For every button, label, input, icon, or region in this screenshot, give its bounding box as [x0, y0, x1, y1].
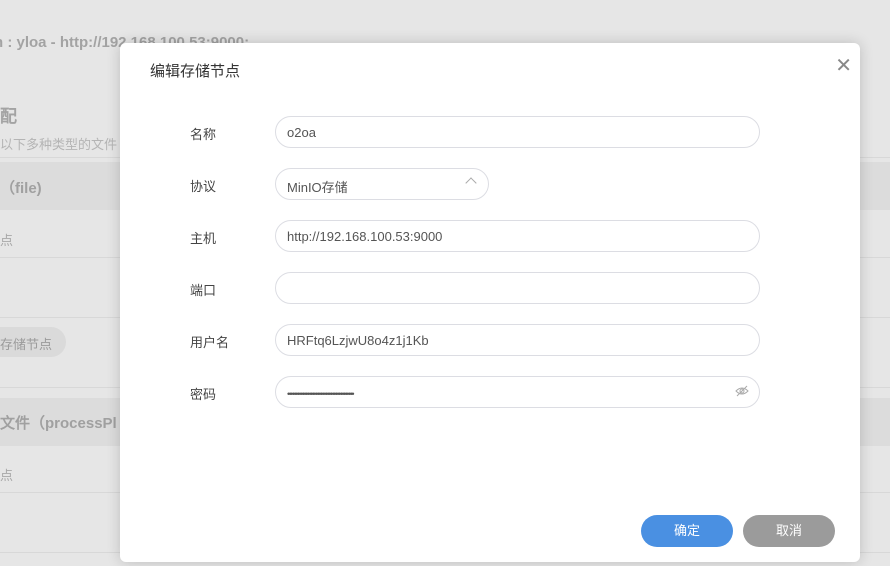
username-label: 用户名 [190, 335, 230, 350]
eye-off-icon[interactable] [735, 385, 749, 400]
protocol-select[interactable]: MinIO存储 [275, 168, 489, 200]
port-input[interactable] [275, 272, 760, 304]
host-label: 主机 [190, 231, 217, 246]
username-row: 用户名 HRFtq6LzjwU8o4z1j1Kb [120, 324, 860, 356]
chevron-up-icon [465, 177, 477, 189]
dialog-title: 编辑存储节点 [150, 63, 241, 80]
edit-storage-node-dialog: 编辑存储节点 ✕ 名称 o2oa 协议 MinIO存储 主机 http://19… [120, 43, 860, 562]
cancel-button[interactable]: 取消 [743, 515, 835, 547]
password-input[interactable]: •••••••••••••••••••••••••••••••••••••••• [275, 376, 760, 408]
close-icon[interactable]: ✕ [835, 53, 852, 78]
background-group2-title: 文件（processPl [0, 415, 117, 432]
background-group2-sub: 点 [0, 468, 14, 483]
password-value: •••••••••••••••••••••••••••••••••••••••• [287, 389, 355, 399]
name-label: 名称 [190, 127, 217, 142]
background-group1-sub: 点 [0, 233, 14, 248]
password-label: 密码 [190, 387, 217, 402]
confirm-button[interactable]: 确定 [641, 515, 733, 547]
background-section-desc: 以下多种类型的文件 [0, 137, 118, 152]
host-input[interactable]: http://192.168.100.53:9000 [275, 220, 760, 252]
name-input[interactable]: o2oa [275, 116, 760, 148]
username-input[interactable]: HRFtq6LzjwU8o4z1j1Kb [275, 324, 760, 356]
background-section-title: 配 [0, 107, 17, 126]
protocol-value: MinIO存储 [287, 180, 348, 195]
protocol-label: 协议 [190, 179, 217, 194]
name-row: 名称 o2oa [120, 116, 860, 148]
background-add-node-button: 存储节点 [0, 327, 66, 357]
host-row: 主机 http://192.168.100.53:9000 [120, 220, 860, 252]
background-group1-title: （file) [0, 180, 42, 197]
port-label: 端口 [190, 283, 217, 298]
port-row: 端口 [120, 272, 860, 304]
protocol-row: 协议 MinIO存储 [120, 168, 860, 200]
password-row: 密码 •••••••••••••••••••••••••••••••••••••… [120, 376, 860, 408]
